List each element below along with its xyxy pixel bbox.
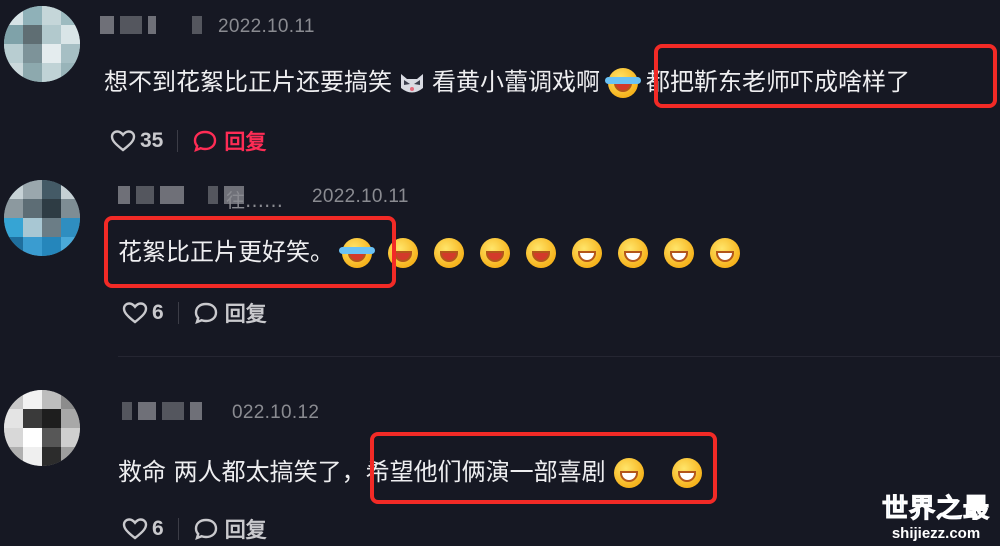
watermark-logo: 世界之最 shijiezz.com — [881, 488, 990, 543]
crying-laughing-emoji-icon — [605, 68, 641, 98]
reply-bubble-icon[interactable] — [192, 129, 218, 153]
avatar[interactable] — [4, 180, 80, 256]
avatar[interactable] — [4, 6, 80, 82]
comment-text-part: 救命 两人都太搞笑了， — [118, 458, 366, 486]
comment-divider — [118, 356, 1000, 357]
comment-date: 022.10.12 — [232, 402, 320, 423]
reply-button[interactable]: 回复 — [225, 514, 267, 544]
username-blurred[interactable] — [100, 14, 202, 36]
heart-icon[interactable] — [122, 301, 148, 325]
comment-text-part: 想不到花絮比正片还要搞笑 — [104, 68, 392, 96]
heart-icon[interactable] — [122, 517, 148, 541]
reply-button[interactable]: 回复 — [224, 126, 266, 156]
laughing-emoji-icon — [526, 238, 556, 268]
watermark-url: shijiezz.com — [891, 525, 981, 542]
cat-face-emoji-icon — [401, 74, 423, 93]
highlight-box — [104, 216, 396, 288]
divider — [177, 130, 179, 152]
reply-bubble-icon[interactable] — [193, 517, 219, 541]
heart-icon[interactable] — [110, 129, 136, 153]
reply-button[interactable]: 回复 — [225, 298, 267, 328]
comment-actions: 6 回复 — [122, 514, 267, 544]
comment-text-part: 看黄小蕾调戏啊 — [432, 68, 600, 96]
comment-item: 022.10.12 救命 两人都太搞笑了，希望他们俩演一部喜剧 6 回复 — [0, 380, 1000, 546]
username-suffix: 往…… — [226, 190, 284, 212]
comment-item: 往…… 2022.10.11 花絮比正片更好笑。 6 回复 — [0, 170, 1000, 360]
comment-actions: 6 回复 — [122, 298, 267, 328]
highlight-box — [370, 432, 717, 504]
watermark-title: 世界之最 — [881, 494, 990, 525]
grinning-emoji-icon — [572, 238, 602, 268]
like-count: 6 — [152, 301, 164, 324]
comment-actions: 35 回复 — [110, 126, 266, 156]
divider — [177, 518, 179, 540]
avatar[interactable] — [4, 390, 80, 466]
like-count: 35 — [140, 129, 164, 152]
divider — [177, 302, 179, 324]
laughing-emoji-icon — [480, 238, 510, 268]
laughing-emoji-icon — [434, 238, 464, 268]
grinning-emoji-icon — [664, 238, 694, 268]
highlight-box — [654, 44, 997, 108]
username-blurred[interactable] — [122, 400, 202, 422]
comment-date: 2022.10.11 — [218, 16, 315, 37]
like-count: 6 — [152, 517, 164, 540]
comment-item: 2022.10.11 想不到花絮比正片还要搞笑 看黄小蕾调戏啊 都把靳东老师吓成啥样… — [0, 0, 1000, 170]
grinning-emoji-icon — [710, 238, 740, 268]
comment-date: 2022.10.11 — [312, 186, 409, 207]
reply-bubble-icon[interactable] — [193, 301, 219, 325]
grinning-emoji-icon — [618, 238, 648, 268]
